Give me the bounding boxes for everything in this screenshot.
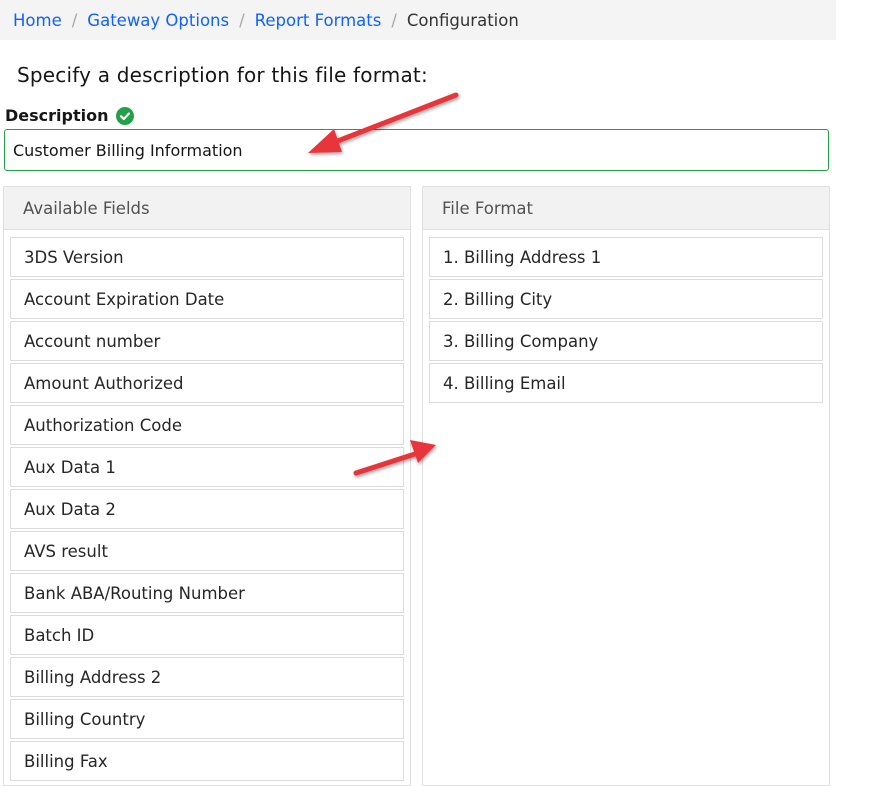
file-format-item[interactable]: 1. Billing Address 1 (429, 237, 823, 277)
breadcrumb-current: Configuration (406, 10, 519, 30)
available-field-item[interactable]: Billing Country (10, 699, 404, 739)
available-field-item[interactable]: Billing Fax (10, 741, 404, 781)
file-format-title: File Format (423, 187, 829, 230)
breadcrumb-separator: / (391, 10, 397, 30)
breadcrumb-separator: / (71, 10, 78, 30)
page-heading: Specify a description for this file form… (17, 63, 428, 87)
file-format-item[interactable]: 3. Billing Company (429, 321, 823, 361)
description-label: Description (5, 106, 109, 125)
check-circle-icon (116, 106, 135, 125)
available-field-item[interactable]: Account number (10, 321, 404, 361)
available-fields-panel: Available Fields 3DS Version Account Exp… (3, 186, 411, 786)
available-field-item[interactable]: Batch ID (10, 615, 404, 655)
available-field-item[interactable]: Amount Authorized (10, 363, 404, 403)
breadcrumb-separator: / (239, 10, 245, 30)
breadcrumb-gateway-options-link[interactable]: Gateway Options (87, 11, 229, 30)
available-field-item[interactable]: 3DS Version (10, 237, 404, 277)
file-format-panel: File Format 1. Billing Address 1 2. Bill… (422, 186, 830, 786)
available-field-item[interactable]: Aux Data 2 (10, 489, 404, 529)
available-field-item[interactable]: AVS result (10, 531, 404, 571)
file-format-list[interactable]: 1. Billing Address 1 2. Billing City 3. … (423, 230, 829, 403)
file-format-item[interactable]: 4. Billing Email (429, 363, 823, 403)
available-field-item[interactable]: Bank ABA/Routing Number (10, 573, 404, 613)
available-fields-title: Available Fields (4, 187, 410, 230)
file-format-item[interactable]: 2. Billing City (429, 279, 823, 319)
available-field-item[interactable]: Authorization Code (10, 405, 404, 445)
description-input[interactable] (4, 129, 829, 171)
available-field-item[interactable]: Account Expiration Date (10, 279, 404, 319)
breadcrumb-report-formats-link[interactable]: Report Formats (255, 11, 382, 30)
breadcrumb: Home / Gateway Options / Report Formats … (0, 0, 836, 40)
available-field-item[interactable]: Billing Address 2 (10, 657, 404, 697)
available-field-item[interactable]: Aux Data 1 (10, 447, 404, 487)
breadcrumb-home-link[interactable]: Home (13, 11, 62, 30)
description-label-row: Description (5, 106, 135, 125)
available-fields-list: 3DS Version Account Expiration Date Acco… (4, 230, 410, 781)
